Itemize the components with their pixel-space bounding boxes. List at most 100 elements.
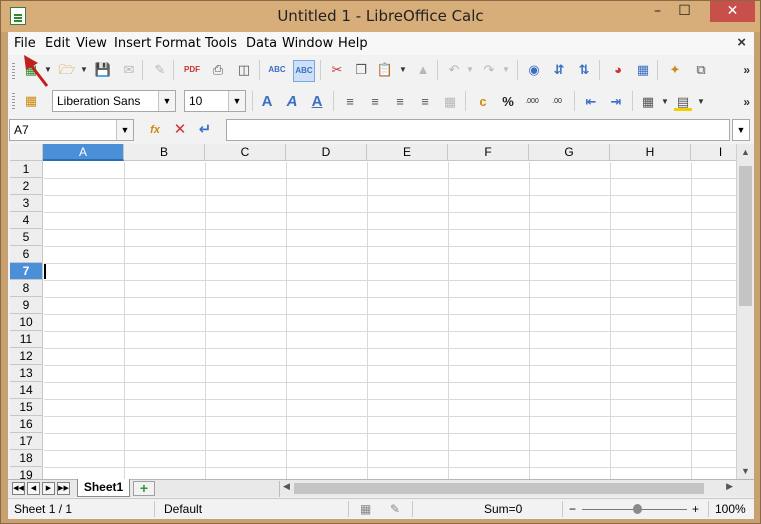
row-header-17[interactable]: 17	[10, 433, 43, 450]
row-header-11[interactable]: 11	[10, 331, 43, 348]
toolbar-grip-handle[interactable]	[12, 61, 15, 79]
pivot-table-icon[interactable]: ▦	[634, 61, 652, 79]
menu-view[interactable]: View	[76, 36, 107, 51]
undo-dropdown-arrow[interactable]: ▼	[466, 65, 474, 74]
column-header-b[interactable]: B	[124, 144, 205, 161]
zoom-in-button[interactable]: +	[692, 502, 699, 516]
navigator-icon[interactable]: ◉	[525, 61, 543, 79]
gallery-icon[interactable]: ✦	[666, 61, 684, 79]
paste-icon[interactable]: 📋	[376, 61, 394, 79]
column-header-f[interactable]: F	[448, 144, 529, 161]
clone-formatting-icon[interactable]: ▲	[414, 61, 432, 79]
minimize-button[interactable]: –	[644, 1, 671, 22]
background-color-dropdown-arrow[interactable]: ▼	[697, 97, 705, 106]
add-sheet-button[interactable]: +	[133, 481, 155, 496]
close-document-button[interactable]: ×	[737, 34, 746, 51]
print-icon[interactable]: ⎙	[209, 61, 227, 79]
edit-file-icon[interactable]: ✎	[151, 61, 169, 79]
styles-icon[interactable]: ▦	[22, 92, 40, 110]
menu-help[interactable]: Help	[338, 36, 368, 51]
row-header-14[interactable]: 14	[10, 382, 43, 399]
scroll-right-arrow-icon[interactable]: ▶	[726, 481, 733, 492]
row-header-7[interactable]: 7	[10, 263, 43, 280]
export-pdf-icon[interactable]: PDF	[183, 61, 201, 79]
menu-window[interactable]: Window	[282, 36, 333, 51]
open-icon[interactable]: 🗁	[58, 61, 76, 79]
show-draw-functions-icon[interactable]: ⧉	[692, 61, 710, 79]
column-header-e[interactable]: E	[367, 144, 448, 161]
row-header-12[interactable]: 12	[10, 348, 43, 365]
row-header-16[interactable]: 16	[10, 416, 43, 433]
decrease-indent-icon[interactable]: ⇤	[582, 93, 600, 111]
formula-input[interactable]	[226, 119, 730, 141]
row-header-1[interactable]: 1	[10, 161, 43, 178]
toolbar-grip-handle[interactable]	[12, 91, 15, 109]
scroll-up-arrow-icon[interactable]: ▲	[737, 147, 754, 157]
selection-mode-icon[interactable]: ▦	[360, 502, 371, 516]
row-header-13[interactable]: 13	[10, 365, 43, 382]
row-header-6[interactable]: 6	[10, 246, 43, 263]
redo-icon[interactable]: ↷	[480, 61, 498, 79]
new-dropdown-arrow[interactable]: ▼	[44, 65, 52, 74]
row-header-10[interactable]: 10	[10, 314, 43, 331]
horizontal-scrollbar[interactable]: ◀ ▶	[279, 481, 736, 497]
new-spreadsheet-icon[interactable]: ▦	[22, 61, 40, 79]
increase-indent-icon[interactable]: ⇥	[607, 93, 625, 111]
row-header-5[interactable]: 5	[10, 229, 43, 246]
cell-grid[interactable]	[44, 162, 744, 479]
delete-decimal-icon[interactable]: .00	[548, 93, 566, 111]
row-header-4[interactable]: 4	[10, 212, 43, 229]
menu-tools[interactable]: Tools	[205, 36, 237, 51]
add-decimal-icon[interactable]: .000	[523, 93, 541, 111]
percent-icon[interactable]: %	[499, 93, 517, 111]
page-style-label[interactable]: Default	[164, 502, 202, 516]
expand-formula-bar-button[interactable]: ▼	[732, 119, 750, 141]
menu-insert[interactable]: Insert	[114, 36, 151, 51]
cancel-icon[interactable]: ✕	[171, 121, 189, 139]
zoom-percent-label[interactable]: 100%	[715, 502, 746, 516]
background-color-icon[interactable]: ▤	[674, 93, 692, 111]
title-bar[interactable]: Untitled 1 - LibreOffice Calc – ☐ ✕	[1, 1, 760, 32]
print-preview-icon[interactable]: ◫	[235, 61, 253, 79]
select-all-corner[interactable]	[10, 144, 43, 161]
align-center-icon[interactable]: ≡	[366, 93, 384, 111]
chevron-down-icon[interactable]: ▼	[116, 120, 133, 140]
chevron-down-icon[interactable]: ▼	[228, 91, 245, 111]
scroll-down-arrow-icon[interactable]: ▼	[737, 466, 754, 476]
currency-icon[interactable]: ϲ	[474, 93, 492, 111]
spreadsheet-grid[interactable]: A B C D E F G H I 1 2 3 4 5 6 7 8 9 10 1…	[10, 144, 754, 479]
column-header-a[interactable]: A	[43, 144, 124, 161]
column-header-h[interactable]: H	[610, 144, 691, 161]
copy-icon[interactable]: ❐	[352, 61, 370, 79]
close-window-button[interactable]: ✕	[710, 1, 755, 22]
column-header-c[interactable]: C	[205, 144, 286, 161]
zoom-out-button[interactable]: −	[569, 502, 576, 516]
align-left-icon[interactable]: ≡	[341, 93, 359, 111]
undo-icon[interactable]: ↶	[445, 61, 463, 79]
cut-icon[interactable]: ✂	[328, 61, 346, 79]
merge-cells-icon[interactable]: ▦	[441, 93, 459, 111]
paste-dropdown-arrow[interactable]: ▼	[399, 65, 407, 74]
menu-edit[interactable]: Edit	[45, 36, 70, 51]
font-size-combo[interactable]: 10 ▼	[184, 90, 246, 112]
underline-icon[interactable]: A	[308, 93, 326, 111]
row-header-18[interactable]: 18	[10, 450, 43, 467]
sheet-tab-sheet1[interactable]: Sheet1	[77, 479, 130, 497]
borders-dropdown-arrow[interactable]: ▼	[661, 97, 669, 106]
font-name-combo[interactable]: Liberation Sans ▼	[52, 90, 176, 112]
open-dropdown-arrow[interactable]: ▼	[80, 65, 88, 74]
vertical-scroll-thumb[interactable]	[739, 166, 752, 306]
menu-format[interactable]: Format	[155, 36, 201, 51]
next-sheet-button[interactable]: ▶	[42, 482, 55, 495]
accept-icon[interactable]: ↵	[196, 121, 214, 139]
redo-dropdown-arrow[interactable]: ▼	[502, 65, 510, 74]
zoom-slider-knob[interactable]	[633, 504, 642, 514]
row-header-15[interactable]: 15	[10, 399, 43, 416]
sort-ascending-icon[interactable]: ⇵	[550, 61, 568, 79]
align-right-icon[interactable]: ≡	[391, 93, 409, 111]
bold-icon[interactable]: A	[258, 93, 276, 111]
chart-icon[interactable]: ◕	[609, 61, 627, 79]
scroll-left-arrow-icon[interactable]: ◀	[283, 481, 290, 492]
row-header-9[interactable]: 9	[10, 297, 43, 314]
chevron-down-icon[interactable]: ▼	[158, 91, 175, 111]
